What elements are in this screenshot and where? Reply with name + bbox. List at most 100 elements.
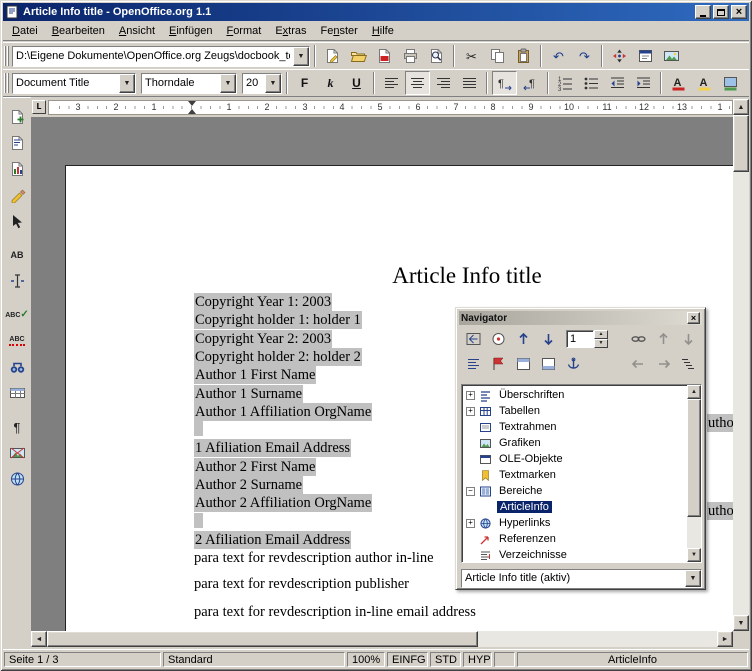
font-name-combobox[interactable]: ▼ — [141, 73, 237, 94]
insert-button[interactable] — [5, 105, 30, 129]
navigator-tree-item-grafiken[interactable]: Grafiken — [462, 435, 701, 451]
spinner-up-button[interactable]: ▲ — [594, 330, 608, 339]
ltr-button[interactable]: ¶ — [492, 71, 517, 95]
style-dropdown-button[interactable]: ▼ — [119, 74, 135, 93]
highlighting-button[interactable]: A — [692, 71, 717, 95]
italic-button[interactable]: k — [318, 71, 343, 95]
redo-button[interactable]: ↷ — [572, 44, 597, 68]
menu-extras[interactable]: Extras — [268, 22, 313, 40]
auto-spellcheck-button[interactable]: ABC — [5, 329, 30, 353]
scroll-down-button[interactable]: ▼ — [733, 615, 749, 631]
demote-level-button[interactable] — [651, 353, 675, 375]
url-dropdown-button[interactable]: ▼ — [293, 47, 309, 66]
toolbar-grip[interactable] — [4, 46, 9, 66]
online-layout-button[interactable] — [5, 467, 30, 491]
navigator-titlebar[interactable]: Navigator × — [459, 311, 702, 325]
insert-objects-button[interactable] — [5, 157, 30, 181]
vertical-scrollbar[interactable]: ▲ ▼ — [733, 99, 749, 631]
align-center-button[interactable] — [405, 71, 430, 95]
status-page-style[interactable]: Standard — [163, 652, 345, 667]
expand-icon[interactable]: + — [466, 519, 475, 528]
bold-button[interactable]: F — [292, 71, 317, 95]
graphics-onoff-button[interactable] — [5, 441, 30, 465]
left-indent-marker[interactable] — [188, 109, 196, 114]
demote-chapter-button[interactable] — [676, 328, 700, 350]
previous-page-button[interactable] — [511, 328, 535, 350]
data-sources-button[interactable] — [5, 381, 30, 405]
close-button[interactable]: × — [731, 5, 747, 19]
edit-autotext-button[interactable]: AB — [5, 243, 30, 267]
numbering-button[interactable]: 123 — [553, 71, 578, 95]
find-replace-button[interactable] — [5, 355, 30, 379]
edit-file-button[interactable] — [320, 44, 345, 68]
navigator-close-button[interactable]: × — [687, 312, 700, 324]
collapse-icon[interactable]: − — [466, 487, 475, 496]
navigator-tree-item-bereiche[interactable]: −Bereiche — [462, 483, 701, 499]
navigator-tree-item-articleinfo[interactable]: ArticleInfo — [462, 499, 701, 515]
expand-icon[interactable]: + — [466, 391, 475, 400]
navigation-button[interactable] — [486, 328, 510, 350]
status-zoom[interactable]: 100% — [347, 652, 385, 667]
set-reminder-button[interactable] — [486, 353, 510, 375]
navigator-button[interactable] — [607, 44, 632, 68]
promote-level-button[interactable] — [626, 353, 650, 375]
titlebar[interactable]: Article Info title - OpenOffice.org 1.1 … — [3, 3, 749, 21]
align-right-button[interactable] — [431, 71, 456, 95]
paste-button[interactable] — [511, 44, 536, 68]
navigator-tree-item-tabellen[interactable]: +Tabellen — [462, 403, 701, 419]
menu-fenster[interactable]: Fenster — [314, 22, 365, 40]
draw-functions-button[interactable] — [5, 183, 30, 207]
export-pdf-button[interactable] — [372, 44, 397, 68]
direct-cursor-button[interactable] — [5, 269, 30, 293]
bullets-button[interactable] — [579, 71, 604, 95]
undo-button[interactable]: ↶ — [546, 44, 571, 68]
page-preview-button[interactable] — [424, 44, 449, 68]
open-button[interactable] — [346, 44, 371, 68]
navigator-tree-item-textrahmen[interactable]: Textrahmen — [462, 419, 701, 435]
print-button[interactable] — [398, 44, 423, 68]
heading-levels-spinner[interactable]: ▲ ▼ — [566, 329, 608, 349]
font-dropdown-button[interactable]: ▼ — [220, 74, 236, 93]
increase-indent-button[interactable] — [631, 71, 656, 95]
underline-button[interactable]: U — [344, 71, 369, 95]
form-functions-button[interactable] — [5, 209, 30, 233]
header-button[interactable] — [511, 353, 535, 375]
outline-level-button[interactable] — [676, 353, 700, 375]
background-color-button[interactable] — [718, 71, 743, 95]
menu-hilfe[interactable]: Hilfe — [365, 22, 401, 40]
size-dropdown-button[interactable]: ▼ — [265, 74, 281, 93]
status-page[interactable]: Seite 1 / 3 — [4, 652, 161, 667]
navigator-content-tree[interactable]: +Überschriften+TabellenTextrahmenGrafike… — [461, 384, 702, 563]
horizontal-scrollbar[interactable]: ◄ ► — [31, 631, 733, 647]
navigator-window[interactable]: Navigator × ▲ ▼ +Überschriften+TabellenT… — [455, 307, 706, 590]
align-left-button[interactable] — [379, 71, 404, 95]
spinner-down-button[interactable]: ▼ — [594, 339, 608, 348]
drag-mode-button[interactable] — [626, 328, 650, 350]
tab-type-selector[interactable]: L — [32, 100, 46, 114]
font-size-input[interactable] — [243, 74, 265, 93]
paragraph-style-input[interactable] — [13, 74, 119, 93]
status-insert-mode[interactable]: EINFG — [387, 652, 428, 667]
navigator-tree-item-referenzen[interactable]: Referenzen — [462, 531, 701, 547]
gallery-button[interactable] — [659, 44, 684, 68]
align-justify-button[interactable] — [457, 71, 482, 95]
horizontal-ruler[interactable]: L 321123456789101112131 — [31, 99, 733, 116]
next-page-button[interactable] — [536, 328, 560, 350]
menu-format[interactable]: Format — [219, 22, 268, 40]
decrease-indent-button[interactable] — [605, 71, 630, 95]
menu-datei[interactable]: Datei — [5, 22, 45, 40]
scroll-up-button[interactable]: ▲ — [733, 99, 749, 115]
tree-scrollbar[interactable]: ▲ ▼ — [687, 385, 701, 562]
rtl-button[interactable]: ¶ — [518, 71, 543, 95]
first-line-indent-marker[interactable] — [188, 101, 196, 106]
paragraph-style-combobox[interactable]: ▼ — [12, 73, 136, 94]
navigator-tree-item-verzeichnisse[interactable]: Verzeichnisse — [462, 547, 701, 563]
menu-einfügen[interactable]: Einfügen — [162, 22, 219, 40]
navigator-tree-item-hyperlinks[interactable]: +Hyperlinks — [462, 515, 701, 531]
promote-chapter-button[interactable] — [651, 328, 675, 350]
copy-button[interactable] — [485, 44, 510, 68]
spellcheck-button[interactable]: ABC✓ — [5, 303, 30, 327]
menu-bearbeiten[interactable]: Bearbeiten — [45, 22, 112, 40]
scroll-right-button[interactable]: ► — [717, 631, 733, 647]
tree-scrollbar-thumb[interactable] — [687, 399, 701, 517]
